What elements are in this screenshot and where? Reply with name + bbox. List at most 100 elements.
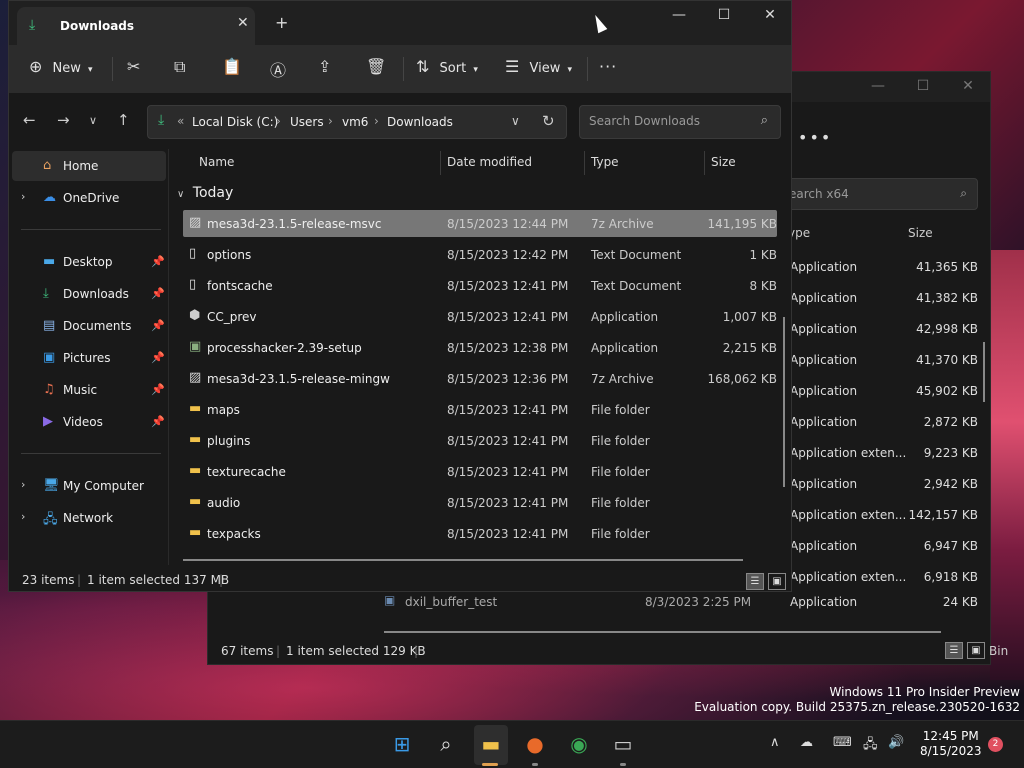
back-horizontal-scrollbar[interactable] — [384, 631, 941, 633]
chevron-right-icon[interactable]: › — [21, 510, 25, 523]
pin-icon[interactable]: 📌 — [151, 351, 165, 364]
pin-icon[interactable]: 📌 — [151, 255, 165, 268]
titlebar[interactable]: ⤓ Downloads ✕ + — ☐ ✕ — [9, 1, 791, 45]
column-header-type[interactable]: Type — [591, 155, 619, 169]
search-box[interactable]: ⌕ — [579, 105, 781, 139]
view-button[interactable]: ☰ View ▾ — [505, 57, 572, 76]
back-search-input[interactable]: earch x64 ⌕ — [778, 178, 978, 210]
file-row[interactable]: ▬ audio 8/15/2023 12:41 PM File folder — [183, 489, 777, 516]
up-arrow-icon[interactable]: ↑ — [117, 111, 130, 129]
pin-icon[interactable]: 📌 — [151, 319, 165, 332]
back-details-view-icon[interactable]: ☰ — [945, 642, 963, 659]
share-icon[interactable]: ⇪ — [318, 57, 331, 76]
file-row[interactable]: ▬ texturecache 8/15/2023 12:41 PM File fold… — [183, 458, 777, 485]
file-row[interactable]: ▯ options 8/15/2023 12:42 PM Text Document 1… — [183, 241, 777, 268]
back-row-type: Application exten... — [790, 508, 907, 522]
file-row[interactable]: ▣ processhacker-2.39-setup 8/15/2023 12:38… — [183, 334, 777, 361]
file-row[interactable]: ▨ mesa3d-23.1.5-release-msvc 8/15/2023 12:… — [183, 210, 777, 237]
breadcrumb-downloads[interactable]: Downloads — [387, 115, 453, 129]
search-icon[interactable]: ⌕ — [433, 731, 459, 757]
sidebar-item-downloads[interactable]: ⤓ Downloads 📌 — [12, 279, 166, 309]
back-row-size: 41,370 KB — [916, 353, 978, 367]
file-row[interactable]: ▯ fontscache 8/15/2023 12:41 PM Text Docume… — [183, 272, 777, 299]
breadcrumb-users[interactable]: Users — [290, 115, 324, 129]
refresh-icon[interactable]: ↻ — [542, 112, 555, 130]
sidebar-item-home[interactable]: ⌂ Home — [12, 151, 166, 181]
file-name: options — [207, 248, 252, 262]
chrome-icon[interactable]: ◉ — [566, 731, 592, 757]
forward-arrow-icon[interactable]: → — [57, 111, 70, 129]
keyboard-icon[interactable]: ⌨ — [833, 735, 852, 750]
vertical-scrollbar[interactable] — [783, 317, 785, 487]
pin-icon[interactable]: 📌 — [151, 287, 165, 300]
file-row[interactable]: ▬ maps 8/15/2023 12:41 PM File folder — [183, 396, 777, 423]
clock[interactable]: 12:45 PM 8/15/2023 — [920, 729, 982, 759]
sidebar-item-onedrive[interactable]: › ☁ OneDrive — [12, 183, 166, 213]
file-row[interactable]: ▬ plugins 8/15/2023 12:41 PM File folder — [183, 427, 777, 454]
sidebar-item-documents[interactable]: ▤ Documents 📌 — [12, 311, 166, 341]
chevron-right-icon[interactable]: › — [21, 190, 25, 203]
file-row[interactable]: ▨ mesa3d-23.1.5-release-mingw 8/15/2023 12… — [183, 365, 777, 392]
close-tab-icon[interactable]: ✕ — [237, 15, 249, 31]
windows-start-icon[interactable]: ⊞ — [389, 731, 415, 757]
sort-button[interactable]: ⇅ Sort ▾ — [416, 57, 478, 76]
back-minimize-button[interactable]: — — [863, 78, 893, 96]
close-button[interactable]: ✕ — [752, 7, 788, 27]
chevron-right-icon[interactable]: › — [21, 478, 25, 491]
search-input[interactable] — [589, 114, 749, 128]
volume-icon[interactable]: 🔊 — [888, 735, 904, 750]
sidebar-item-desktop[interactable]: ▬ Desktop 📌 — [12, 247, 166, 277]
maximize-button[interactable]: ☐ — [706, 7, 742, 27]
delete-icon[interactable]: 🗑 — [366, 57, 386, 76]
breadcrumb-vm6[interactable]: vm6 — [342, 115, 368, 129]
recent-locations-icon[interactable]: ∨ — [89, 114, 97, 127]
tab-downloads[interactable]: ⤓ Downloads ✕ — [17, 7, 255, 45]
back-col-size[interactable]: Size — [908, 226, 933, 240]
sidebar-item-videos[interactable]: ▶ Videos 📌 — [12, 407, 166, 437]
file-list[interactable]: Name Date modified Type Size ∨ Today ▨ me… — [171, 149, 791, 565]
file-explorer-icon[interactable]: ▬ — [478, 731, 504, 757]
chevron-down-icon[interactable]: ∨ — [511, 114, 520, 128]
new-tab-button[interactable]: + — [275, 13, 288, 32]
address-bar[interactable]: ⤓ « Local Disk (C:) › Users › vm6 › Down… — [147, 105, 567, 139]
command-bar: ⊕ New ▾ ✂ ⧉ 📋 Ⓐ ⇪ 🗑 ⇅ Sort ▾ ☰ View ▾ ··… — [9, 45, 791, 93]
terminal-icon[interactable]: ▭ — [610, 731, 636, 757]
more-options-icon[interactable]: ··· — [599, 57, 617, 76]
explorer-window[interactable]: ⤓ Downloads ✕ + — ☐ ✕ ⊕ New ▾ ✂ ⧉ 📋 Ⓐ ⇪ … — [8, 0, 792, 592]
copy-icon[interactable]: ⧉ — [174, 57, 185, 77]
sidebar-item-music[interactable]: ♫ Music 📌 — [12, 375, 166, 405]
file-row[interactable]: ▬ texpacks 8/15/2023 12:41 PM File folder — [183, 520, 777, 547]
file-row[interactable]: ⬢ CC_prev 8/15/2023 12:41 PM Application 1,0… — [183, 303, 777, 330]
firefox-icon[interactable]: ● — [522, 731, 548, 757]
pin-icon[interactable]: 📌 — [151, 415, 165, 428]
sidebar-item-my-computer[interactable]: › 🖥 My Computer — [12, 471, 166, 501]
paste-icon[interactable]: 📋 — [222, 57, 242, 76]
breadcrumb-local-disk[interactable]: Local Disk (C:) — [192, 115, 278, 129]
back-more-icon[interactable]: ••• — [798, 128, 832, 147]
pin-icon[interactable]: 📌 — [151, 383, 165, 396]
show-hidden-icons-icon[interactable]: ∧ — [770, 735, 780, 750]
column-header-name[interactable]: Name — [199, 155, 234, 169]
minimize-button[interactable]: — — [661, 7, 697, 27]
group-header-today[interactable]: ∨ Today — [177, 185, 233, 201]
network-tray-icon[interactable]: 🖧 — [863, 735, 878, 757]
back-tiles-view-icon[interactable]: ▣ — [967, 642, 985, 659]
sidebar-item-network[interactable]: › 🖧 Network — [12, 503, 166, 533]
breadcrumb-overflow[interactable]: « — [177, 114, 184, 128]
new-button[interactable]: ⊕ New ▾ — [29, 57, 93, 76]
search-icon[interactable]: ⌕ — [761, 113, 768, 128]
horizontal-scrollbar[interactable] — [183, 559, 743, 561]
tiles-view-icon[interactable]: ▣ — [768, 573, 786, 590]
back-vertical-scrollbar[interactable] — [983, 342, 985, 402]
notification-badge[interactable]: 2 — [988, 737, 1003, 752]
onedrive-tray-icon[interactable]: ☁ — [800, 735, 813, 750]
column-header-date[interactable]: Date modified — [447, 155, 532, 169]
cut-icon[interactable]: ✂ — [127, 57, 140, 76]
back-close-button[interactable]: ✕ — [953, 78, 983, 96]
column-header-size[interactable]: Size — [711, 155, 736, 169]
back-arrow-icon[interactable]: ← — [23, 111, 36, 129]
details-view-icon[interactable]: ☰ — [746, 573, 764, 590]
rename-icon[interactable]: Ⓐ — [270, 57, 286, 81]
sidebar-item-pictures[interactable]: ▣ Pictures 📌 — [12, 343, 166, 373]
back-maximize-button[interactable]: ☐ — [908, 78, 938, 96]
